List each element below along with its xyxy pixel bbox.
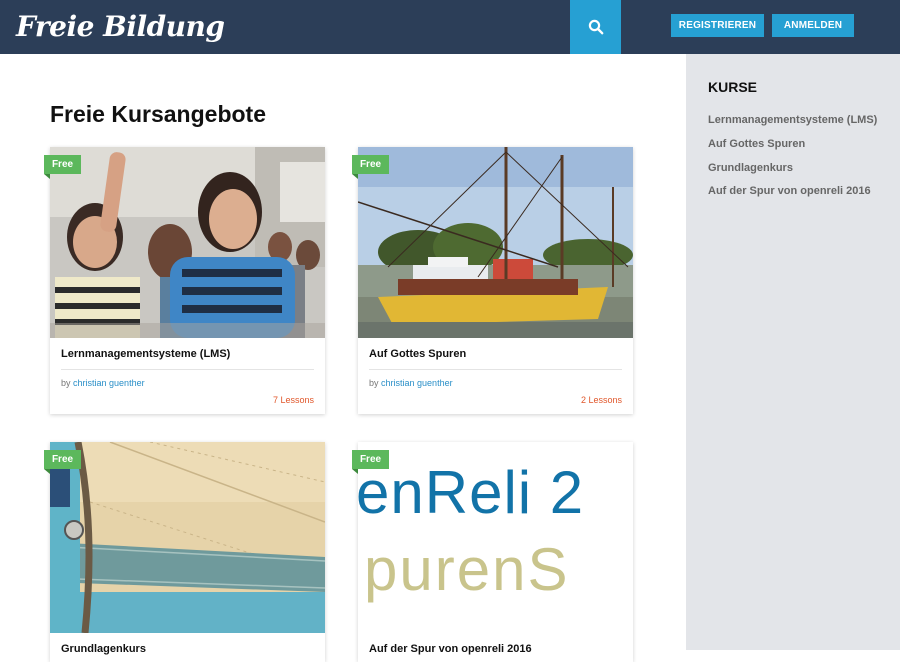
course-image-harbor[interactable] [358, 147, 633, 338]
card-divider [369, 369, 622, 370]
sidebar-item-grundlagenkurs[interactable]: Grundlagenkurs [708, 162, 793, 174]
image-text-spurensuche: purenS [364, 536, 570, 603]
course-image-classroom[interactable] [50, 147, 325, 338]
course-author: by christian guenther [61, 378, 145, 388]
sidebar-item-lms[interactable]: Lernmanagementsysteme (LMS) [708, 114, 877, 126]
free-badge: Free [352, 450, 389, 469]
author-link[interactable]: christian guenther [381, 378, 453, 388]
course-title[interactable]: Grundlagenkurs [61, 643, 146, 655]
author-link[interactable]: christian guenther [73, 378, 145, 388]
course-title[interactable]: Auf Gottes Spuren [369, 348, 466, 360]
sidebar-item-openreli-2016[interactable]: Auf der Spur von openreli 2016 [708, 185, 871, 197]
sidebar-item-auf-gottes-spuren[interactable]: Auf Gottes Spuren [708, 138, 805, 150]
card-divider [61, 369, 314, 370]
free-badge: Free [44, 155, 81, 174]
free-badge: Free [44, 450, 81, 469]
course-card-openreli-2016[interactable]: enReli 2 purenS Auf der Spur von openrel… [358, 442, 633, 662]
free-badge: Free [352, 155, 389, 174]
image-text-openreli: enReli 2 [358, 459, 585, 526]
sidebar-title: KURSE [708, 79, 758, 95]
login-button[interactable]: ANMELDEN [772, 14, 854, 37]
course-card-grundlagenkurs[interactable]: Grundlagenkurs [50, 442, 325, 662]
badge-fold [44, 174, 50, 179]
search-icon [588, 19, 603, 35]
course-title[interactable]: Auf der Spur von openreli 2016 [369, 643, 532, 655]
course-card-lms[interactable]: Lernmanagementsysteme (LMS) by christian… [50, 147, 325, 414]
lesson-count: 2 Lessons [580, 395, 622, 405]
course-image-sail[interactable] [50, 442, 325, 633]
register-button[interactable]: REGISTRIEREN [671, 14, 764, 37]
author-prefix: by [369, 378, 379, 388]
badge-fold [352, 174, 358, 179]
badge-fold [352, 469, 358, 474]
course-card-auf-gottes-spuren[interactable]: Auf Gottes Spuren by christian guenther … [358, 147, 633, 414]
course-author: by christian guenther [369, 378, 453, 388]
lesson-count: 7 Lessons [272, 395, 314, 405]
page-title: Freie Kursangebote [50, 101, 266, 127]
course-title[interactable]: Lernmanagementsysteme (LMS) [61, 348, 230, 360]
top-header: Freie Bildung REGISTRIEREN ANMELDEN [0, 0, 900, 54]
sidebar-courses: KURSE Lernmanagementsysteme (LMS) Auf Go… [686, 54, 900, 650]
search-button[interactable] [570, 0, 621, 54]
course-image-openreli-logo[interactable]: enReli 2 purenS [358, 442, 633, 633]
author-prefix: by [61, 378, 71, 388]
site-logo[interactable]: Freie Bildung [16, 10, 225, 43]
badge-fold [44, 469, 50, 474]
